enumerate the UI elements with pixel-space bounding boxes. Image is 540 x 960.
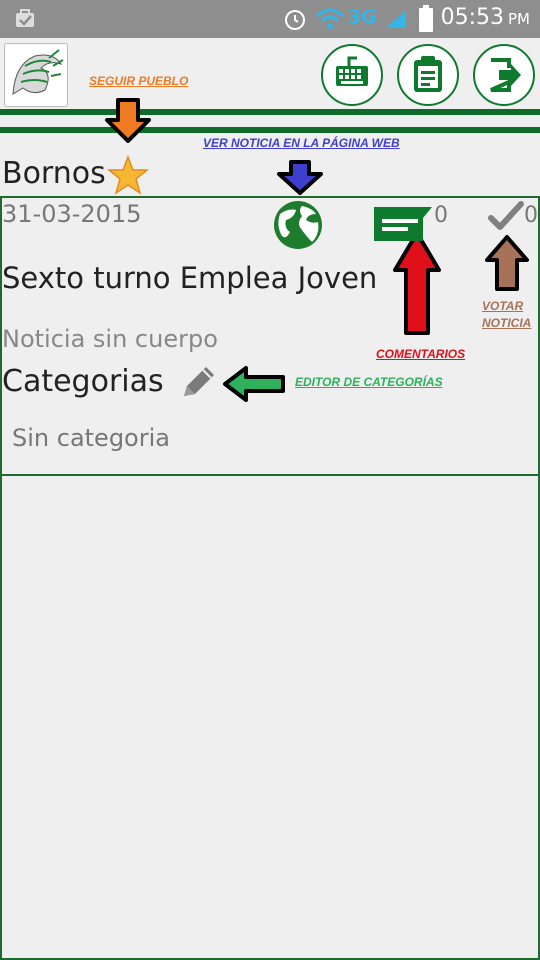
content-area: [0, 473, 540, 960]
comment-icon[interactable]: [373, 205, 433, 243]
logout-button[interactable]: [473, 44, 535, 106]
notification-icon: [16, 9, 34, 27]
battery-icon: [419, 5, 433, 32]
orange-arrow-down-icon: [105, 98, 151, 143]
pencil-icon[interactable]: [178, 362, 220, 402]
wifi-icon: [315, 8, 345, 29]
news-title: Sexto turno Emplea Joven: [2, 261, 378, 295]
keyboard-icon: [336, 56, 368, 86]
header-divider-bottom: [0, 127, 540, 133]
network-type: 3G: [348, 6, 377, 28]
logout-icon: [490, 58, 521, 92]
star-icon[interactable]: [107, 155, 149, 195]
blue-arrow-down-icon: [277, 160, 323, 195]
clock: 05:53 PM: [440, 5, 530, 30]
header-divider-top: [0, 109, 540, 115]
app-logo: [4, 43, 68, 107]
checkmark-icon[interactable]: [488, 200, 524, 234]
votes-count: 0: [524, 203, 538, 228]
annotation-view-web: VER NOTICIA EN LA PÁGINA WEB: [203, 136, 400, 150]
signal-icon: [386, 10, 406, 28]
keyboard-button[interactable]: [321, 44, 383, 106]
annotation-follow-town: SEGUIR PUEBLO: [89, 74, 189, 88]
clipboard-icon: [414, 56, 442, 92]
globe-icon[interactable]: [272, 200, 324, 250]
categories-value: Sin categoria: [12, 424, 170, 452]
clipboard-button[interactable]: [397, 44, 459, 106]
categories-heading: Categorias: [2, 364, 164, 399]
comments-count: 0: [434, 203, 448, 228]
status-bar: 3G 05:53 PM: [0, 0, 540, 38]
alarm-icon: [285, 10, 305, 30]
lion-logo-icon: [12, 49, 64, 95]
news-date: 31-03-2015: [2, 200, 142, 228]
news-body: Noticia sin cuerpo: [2, 325, 218, 353]
town-name: Bornos: [2, 156, 106, 191]
